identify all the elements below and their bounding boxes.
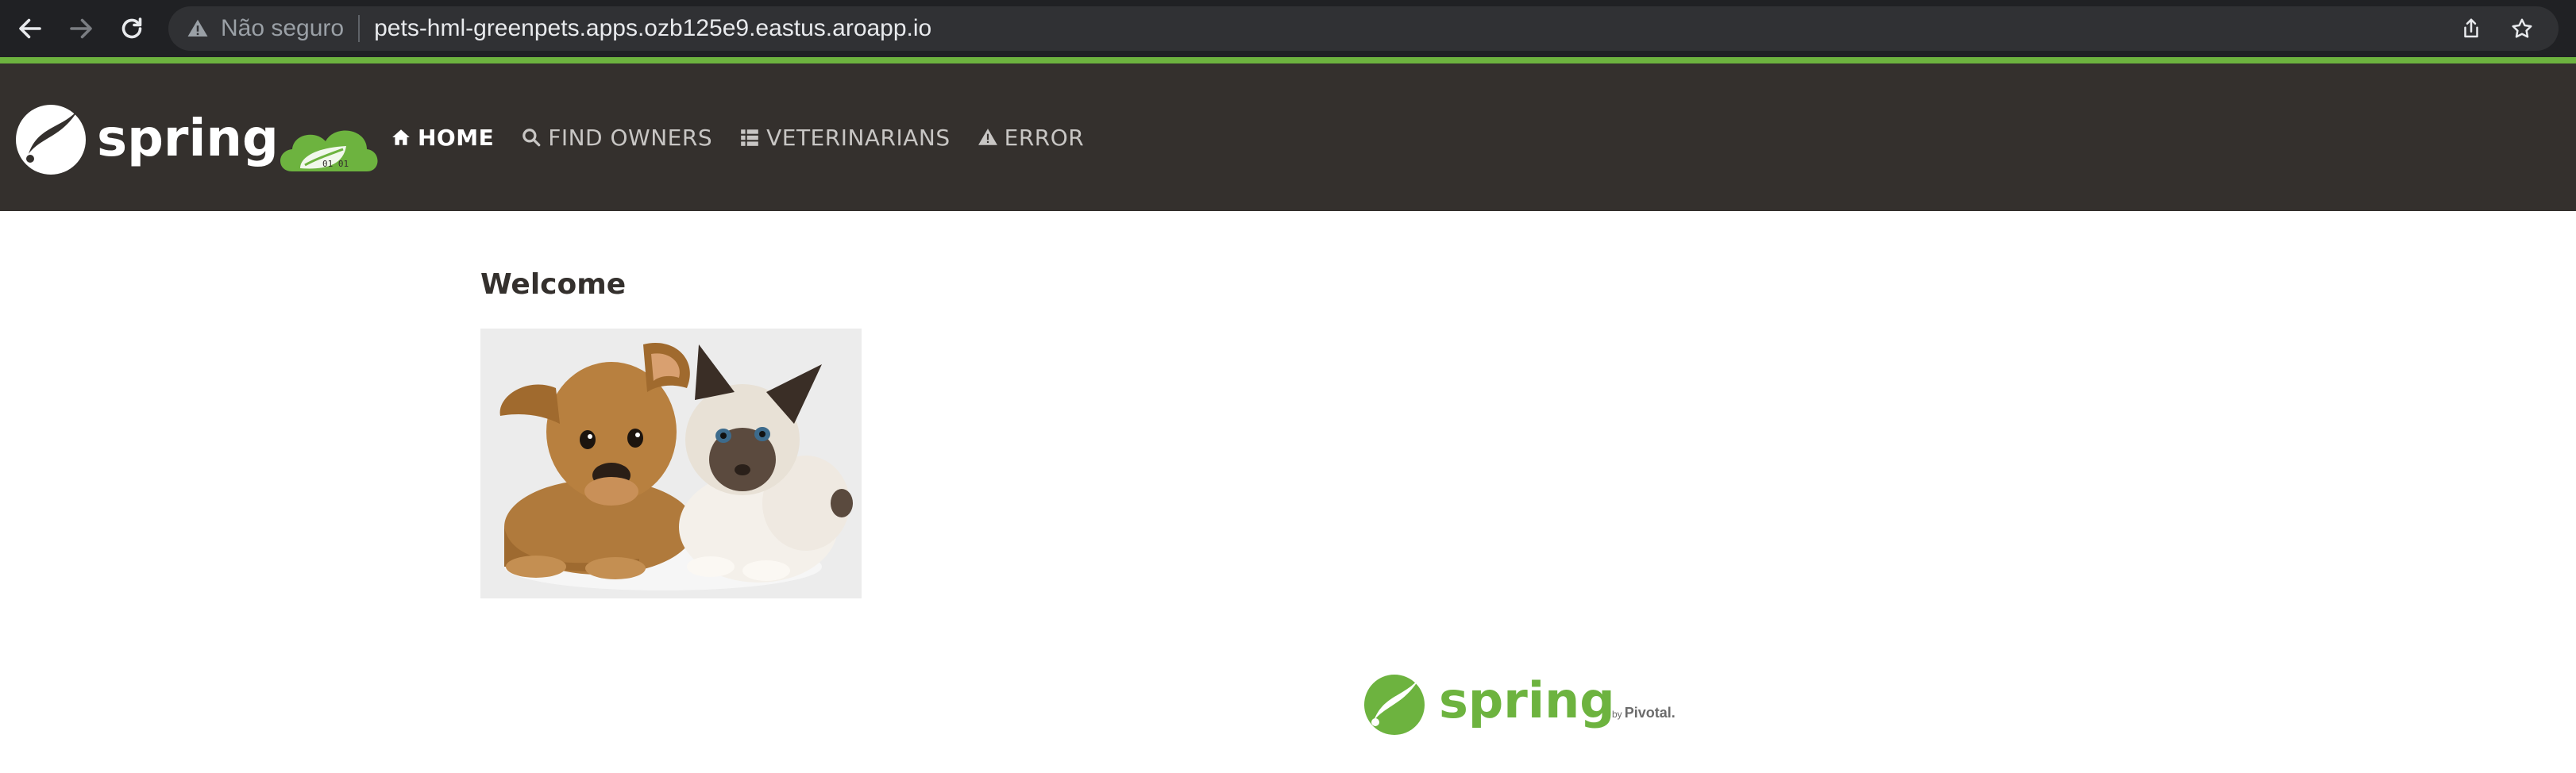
accent-stripe: [0, 57, 2576, 63]
nav-find-owners-label: FIND OWNERS: [548, 124, 713, 151]
back-button[interactable]: [5, 0, 56, 57]
brand-wordmark: spring: [97, 110, 279, 168]
share-button[interactable]: [2446, 6, 2497, 51]
spring-petclinic-logo[interactable]: spring 01 01: [14, 102, 380, 178]
warning-icon: [187, 19, 208, 37]
forward-button[interactable]: [56, 0, 106, 57]
bookmark-button[interactable]: [2497, 6, 2547, 51]
nav-error[interactable]: ERROR: [978, 125, 1085, 151]
footer-byline-prefix: by: [1612, 709, 1622, 720]
warning-icon: [978, 129, 997, 145]
security-status-label[interactable]: Não seguro: [221, 15, 344, 42]
search-icon: [523, 129, 541, 147]
reload-icon: [121, 17, 142, 39]
nav-error-label: ERROR: [1004, 124, 1085, 151]
share-icon: [2464, 18, 2478, 38]
nav-find-owners[interactable]: FIND OWNERS: [521, 125, 712, 151]
brand-badge-text: 01 01: [322, 159, 349, 169]
nav-veterinarians-label: VETERINARIANS: [766, 124, 951, 151]
address-bar-actions: [2446, 6, 2547, 51]
nav-veterinarians[interactable]: VETERINARIANS: [739, 125, 951, 151]
app-navbar: spring 01 01 HOME FIND OWNERS VETERINARI…: [0, 63, 2576, 211]
forward-arrow-icon: [70, 18, 92, 39]
pets-image: [480, 329, 862, 598]
spring-footer-logo: spring: [1364, 671, 1615, 735]
browser-toolbar: Não seguro pets-hml-greenpets.apps.ozb12…: [0, 0, 2576, 57]
address-bar[interactable]: Não seguro pets-hml-greenpets.apps.ozb12…: [168, 6, 2559, 51]
footer-byline-company: Pivotal.: [1624, 705, 1676, 721]
url-text[interactable]: pets-hml-greenpets.apps.ozb125e9.eastus.…: [374, 15, 931, 42]
list-icon: [741, 129, 758, 146]
main-navigation: HOME FIND OWNERS VETERINARIANS ERROR: [391, 63, 1111, 211]
footer-wordmark: spring: [1439, 671, 1615, 729]
address-divider: [358, 15, 361, 42]
reload-button[interactable]: [106, 0, 157, 57]
bookmark-star-icon: [2512, 18, 2532, 38]
back-arrow-icon: [19, 18, 41, 39]
page-title: Welcome: [480, 268, 627, 301]
main-content: Welcome: [480, 268, 626, 301]
footer-byline: by Pivotal.: [1612, 705, 1676, 721]
nav-home[interactable]: HOME: [391, 125, 494, 151]
home-icon: [392, 129, 410, 145]
nav-home-label: HOME: [418, 124, 495, 151]
